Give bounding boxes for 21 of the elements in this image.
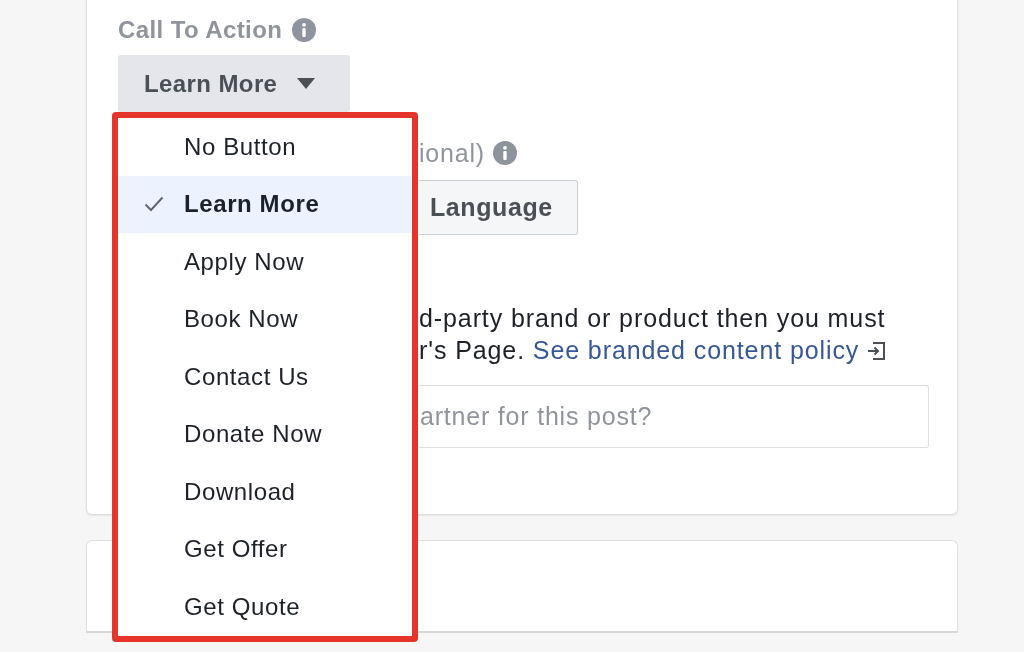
menu-item[interactable]: Book Now: [118, 290, 412, 348]
language-button[interactable]: Language: [419, 180, 578, 235]
caret-icon: [297, 78, 316, 89]
menu-item[interactable]: No Button: [118, 118, 412, 176]
partner-input[interactable]: artner for this post?: [419, 385, 929, 448]
field-label: Call To Action: [118, 16, 283, 44]
policy-link[interactable]: See branded content policy: [532, 336, 860, 364]
info-icon: [292, 18, 317, 42]
menu-item[interactable]: Get Quote: [118, 578, 412, 636]
external-link-icon: [865, 340, 888, 362]
menu-item[interactable]: Learn More: [118, 175, 412, 233]
menu-item[interactable]: Contact Us: [118, 348, 412, 406]
check-icon: [144, 196, 164, 213]
menu-item[interactable]: Donate Now: [118, 405, 412, 463]
notice-text: d-party brand or product then you must r's Page. See branded content policy: [419, 303, 888, 366]
dropdown-button[interactable]: Learn More: [118, 55, 350, 112]
menu-item[interactable]: Download: [118, 463, 412, 521]
field-label: ional): [419, 138, 485, 168]
info-icon: [492, 141, 517, 165]
menu-item[interactable]: Apply Now: [118, 233, 412, 291]
menu-item[interactable]: Get Offer: [118, 520, 412, 578]
